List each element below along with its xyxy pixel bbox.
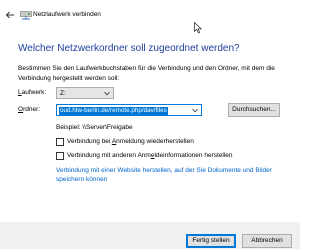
reconnect-checkbox-label[interactable]: Verbindung bei Anmeldung wiederherstelle… [67,138,194,145]
drive-letter-value: Z: [60,90,66,97]
instruction-text: Bestimmen Sie den Laufwerkbuchstaben für… [18,65,275,82]
drive-letter-select[interactable]: Z: [56,87,114,99]
chevron-down-icon[interactable] [192,108,198,113]
credentials-label-part2: ldeinformationen herstellen [154,152,233,159]
folder-label: Ordner: [18,106,40,113]
back-arrow-icon[interactable] [5,10,15,20]
mouse-cursor-icon [194,21,202,34]
folder-path-value: oud.htw-berlin.de/remote.php/dav/files [59,107,168,115]
reconnect-label-part2: nmeldung wiederherstellen [116,138,194,145]
page-heading: Welcher Netzwerkordner soll zugeordnet w… [18,43,240,54]
reconnect-label-part1: Verbindung bei [67,138,112,145]
title-bar: Netzlaufwerk verbinden [0,0,300,34]
folder-label-text: rdner: [23,106,41,113]
credentials-label-part1: Verbindung mit anderen Anm [67,152,151,159]
reconnect-at-logon-option[interactable]: Verbindung bei Anmeldung wiederherstelle… [56,138,216,147]
network-drive-icon [20,10,32,20]
credentials-checkbox[interactable] [56,152,64,160]
different-credentials-option[interactable]: Verbindung mit anderen Anmeldeinformatio… [56,152,236,161]
cancel-button[interactable]: Abbrechen [242,234,292,248]
connect-website-link[interactable]: Verbindung mit einer Website herstellen,… [56,166,286,184]
browse-button[interactable]: Durchsuchen... [228,103,280,117]
example-path-hint: Beispiel: \\Server\Freigabe [56,124,133,131]
folder-path-input[interactable]: oud.htw-berlin.de/remote.php/dav/files [56,104,202,116]
finish-button[interactable]: Fertig stellen [186,234,236,248]
window-title: Netzlaufwerk verbinden [33,11,101,18]
drive-label-text: aufwerk: [21,89,47,96]
drive-label: Laufwerk: [18,89,46,96]
credentials-checkbox-label[interactable]: Verbindung mit anderen Anmeldeinformatio… [67,152,233,159]
chevron-down-icon [104,91,110,96]
reconnect-checkbox[interactable] [56,138,64,146]
